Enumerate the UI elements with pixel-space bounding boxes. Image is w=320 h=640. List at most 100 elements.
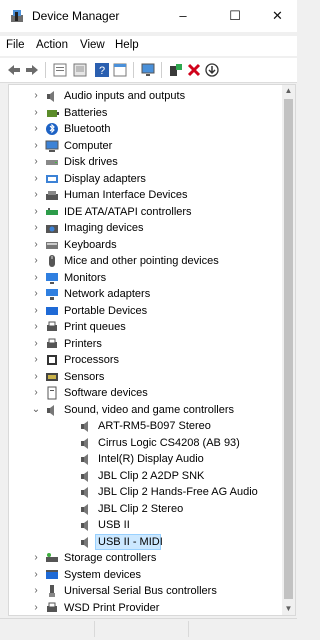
speaker-icon (81, 487, 88, 498)
expand-chevron-icon[interactable]: › (31, 205, 41, 219)
tree-item-label: Imaging devices (64, 222, 144, 234)
tree-category[interactable]: ⌄ Sound, video and game controllers (9, 402, 279, 418)
view-icon[interactable] (112, 62, 128, 78)
expand-chevron-icon[interactable]: › (31, 386, 41, 400)
sensor-icon (46, 372, 58, 381)
tree-category[interactable]: › Mice and other pointing devices (9, 253, 279, 269)
expand-chevron-icon[interactable]: › (31, 89, 41, 103)
tree-category[interactable]: › Sensors (9, 369, 279, 385)
expand-chevron-icon[interactable]: › (31, 238, 41, 252)
tree-device[interactable]: Cirrus Logic CS4208 (AB 93) (9, 435, 279, 451)
uninstall-icon[interactable] (186, 62, 202, 78)
expand-chevron-icon[interactable]: › (31, 106, 41, 120)
tree-category[interactable]: › Keyboards (9, 237, 279, 253)
device-tree[interactable]: › Audio inputs and outputs › Batteries › Blue… (8, 84, 296, 616)
tree-category[interactable]: › Portable Devices (9, 303, 279, 319)
tree-item-label: Batteries (64, 106, 108, 119)
tree-category[interactable]: › Universal Serial Bus controllers (9, 583, 279, 599)
tree-category[interactable]: › Display adapters (9, 171, 279, 187)
expand-chevron-icon[interactable]: › (31, 172, 41, 186)
tree-category[interactable]: › Imaging devices (9, 220, 279, 236)
close-button[interactable]: ✕ (258, 0, 297, 32)
expand-chevron-icon[interactable]: › (31, 304, 41, 318)
expand-chevron-icon[interactable]: › (31, 139, 41, 153)
tree-category[interactable]: › Print queues (9, 319, 279, 335)
monitor-icon[interactable] (140, 62, 156, 78)
menu-view[interactable]: View (80, 39, 105, 51)
speaker-icon (81, 437, 88, 449)
device-manager-icon (11, 10, 23, 22)
tree-category[interactable]: › System devices (9, 567, 279, 583)
add-driver-icon[interactable] (168, 62, 184, 78)
tree-category[interactable]: › Storage controllers (9, 550, 279, 566)
vertical-scrollbar[interactable]: ▲ ▼ (282, 85, 295, 615)
tree-item-label: JBL Clip 2 Hands-Free AG Audio (98, 486, 258, 498)
tree-item-label: Disk drives (64, 156, 118, 168)
expand-chevron-icon[interactable]: › (31, 188, 41, 202)
expand-chevron-icon[interactable]: › (31, 551, 41, 565)
tree-category[interactable]: › WSD Print Provider (9, 600, 279, 616)
tree-item-label: Print queues (64, 321, 126, 333)
tree-item-label: Portable Devices (64, 304, 148, 317)
expand-chevron-icon[interactable]: › (31, 155, 41, 169)
maximize-button[interactable]: ☐ (212, 0, 258, 32)
tree-category[interactable]: › Disk drives (9, 154, 279, 170)
tree-item-label: Universal Serial Bus controllers (64, 585, 217, 597)
expand-chevron-icon[interactable]: › (31, 320, 41, 334)
menu-action[interactable]: Action (36, 39, 68, 51)
tree-item-label: JBL Clip 2 A2DP SNK (98, 469, 205, 482)
keyboard-icon (46, 241, 58, 249)
collapse-chevron-icon[interactable]: ⌄ (31, 403, 41, 417)
tree-category[interactable]: › Human Interface Devices (9, 187, 279, 203)
tree-category[interactable]: › Audio inputs and outputs (9, 88, 279, 104)
tree-device[interactable]: JBL Clip 2 Hands-Free AG Audio (9, 484, 279, 500)
tree-category[interactable]: › Batteries (9, 105, 279, 121)
tree-item-label: USB II - MIDI (98, 535, 163, 548)
show-hidden-icon[interactable] (72, 62, 88, 78)
expand-chevron-icon[interactable]: › (31, 287, 41, 301)
tree-category[interactable]: › Network adapters (9, 286, 279, 302)
tree-device[interactable]: Intel(R) Display Audio (9, 451, 279, 467)
tree-category[interactable]: › Printers (9, 336, 279, 352)
forward-icon[interactable] (24, 62, 40, 78)
expand-chevron-icon[interactable]: › (31, 122, 41, 136)
tree-item-label: Mice and other pointing devices (64, 255, 219, 267)
scrollbar-thumb[interactable] (284, 99, 293, 599)
expand-chevron-icon[interactable]: › (31, 353, 41, 367)
menu-file[interactable]: File (6, 39, 25, 51)
tree-device[interactable]: USB II (9, 517, 279, 533)
tree-item-label: Display adapters (64, 172, 146, 185)
back-icon[interactable] (6, 62, 22, 78)
expand-chevron-icon[interactable]: › (31, 568, 41, 582)
properties-icon[interactable] (52, 62, 68, 78)
tree-device[interactable]: ART-RM5-B097 Stereo (9, 418, 279, 434)
tree-item-label: Audio inputs and outputs (64, 90, 186, 102)
tree-category[interactable]: › Monitors (9, 270, 279, 286)
storage-icon (46, 553, 58, 562)
expand-chevron-icon[interactable]: › (31, 221, 41, 235)
tree-category[interactable]: › Computer (9, 138, 279, 154)
tree-item-label: Computer (64, 139, 113, 152)
tree-device[interactable]: JBL Clip 2 A2DP SNK (9, 468, 279, 484)
tree-category[interactable]: › Bluetooth (9, 121, 279, 137)
tree-device[interactable]: JBL Clip 2 Stereo (9, 501, 279, 517)
tree-device[interactable]: USB II - MIDI (9, 533, 279, 550)
scroll-down-icon[interactable]: ▼ (282, 603, 295, 615)
expand-chevron-icon[interactable]: › (31, 254, 41, 268)
scroll-up-icon[interactable]: ▲ (282, 85, 295, 97)
expand-chevron-icon[interactable]: › (31, 370, 41, 384)
update-icon[interactable] (204, 62, 220, 78)
speaker-icon (81, 421, 88, 432)
minimize-button[interactable]: – (160, 0, 206, 32)
tree-category[interactable]: › Processors (9, 352, 279, 368)
expand-chevron-icon[interactable]: › (31, 601, 41, 615)
svg-text:?: ? (99, 65, 105, 77)
tree-category[interactable]: › IDE ATA/ATAPI controllers (9, 204, 279, 220)
tree-category[interactable]: › Software devices (9, 385, 279, 401)
expand-chevron-icon[interactable]: › (31, 584, 41, 598)
tree-item-label: Monitors (64, 271, 107, 284)
expand-chevron-icon[interactable]: › (31, 271, 41, 285)
menu-help[interactable]: Help (115, 39, 139, 51)
expand-chevron-icon[interactable]: › (31, 337, 41, 351)
help-icon[interactable]: ? (94, 62, 110, 78)
